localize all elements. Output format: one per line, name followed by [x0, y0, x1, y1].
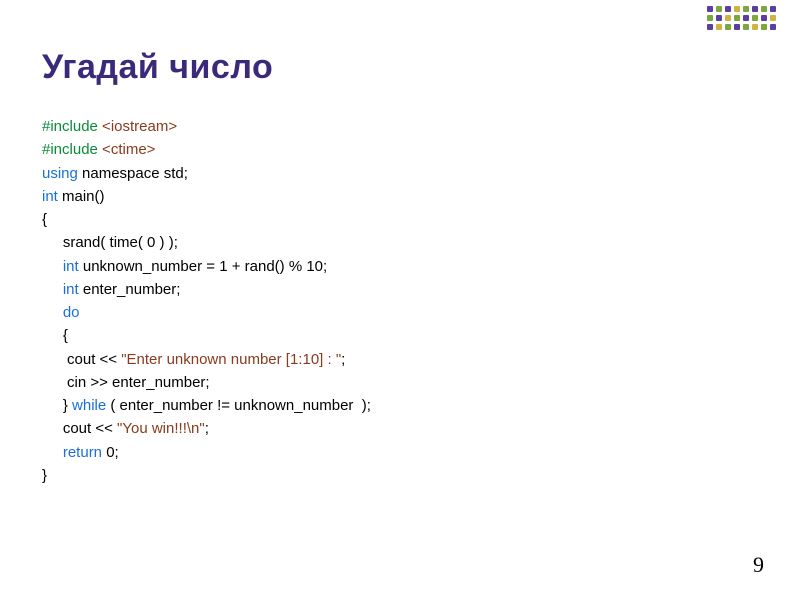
code-pad: cout <<: [42, 351, 121, 368]
keyword: int: [42, 188, 62, 205]
code-text: unknown_number = 1 + rand() % 10;: [83, 258, 327, 275]
code-text: ( enter_number != unknown_number );: [106, 397, 371, 414]
keyword: int: [63, 281, 83, 298]
header-name: <iostream>: [98, 118, 177, 135]
code-pad: [42, 444, 63, 461]
string-literal: "You win!!!\n": [117, 420, 205, 437]
code-text: srand( time( 0 ) );: [42, 234, 178, 251]
code-pad: cout <<: [42, 420, 117, 437]
code-pad: [42, 258, 63, 275]
code-text: cin >> enter_number;: [42, 374, 210, 391]
preproc: #include: [42, 141, 98, 158]
code-text: enter_number;: [83, 281, 181, 298]
code-text: main(): [62, 188, 105, 205]
keyword: int: [63, 258, 83, 275]
page-number: 9: [753, 552, 764, 578]
code-text: ;: [341, 351, 345, 368]
code-block: #include <iostream> #include <ctime> usi…: [42, 115, 760, 487]
keyword: return: [63, 444, 106, 461]
string-literal: "Enter unknown number [1:10] : ": [121, 351, 341, 368]
code-pad: [42, 281, 63, 298]
keyword: do: [63, 304, 80, 321]
preproc: #include: [42, 118, 98, 135]
code-text: namespace std;: [82, 165, 188, 182]
code-text: }: [42, 467, 47, 484]
code-pad: }: [42, 397, 72, 414]
code-text: ;: [205, 420, 209, 437]
code-text: 0;: [106, 444, 119, 461]
code-text: {: [42, 327, 68, 344]
code-pad: [42, 304, 63, 321]
slide-title: Угадай число: [42, 48, 760, 87]
decorative-dots: [707, 6, 776, 30]
code-text: {: [42, 211, 47, 228]
keyword: while: [72, 397, 106, 414]
slide: Угадай число #include <iostream> #includ…: [0, 0, 800, 600]
header-name: <ctime>: [98, 141, 156, 158]
keyword: using: [42, 165, 82, 182]
